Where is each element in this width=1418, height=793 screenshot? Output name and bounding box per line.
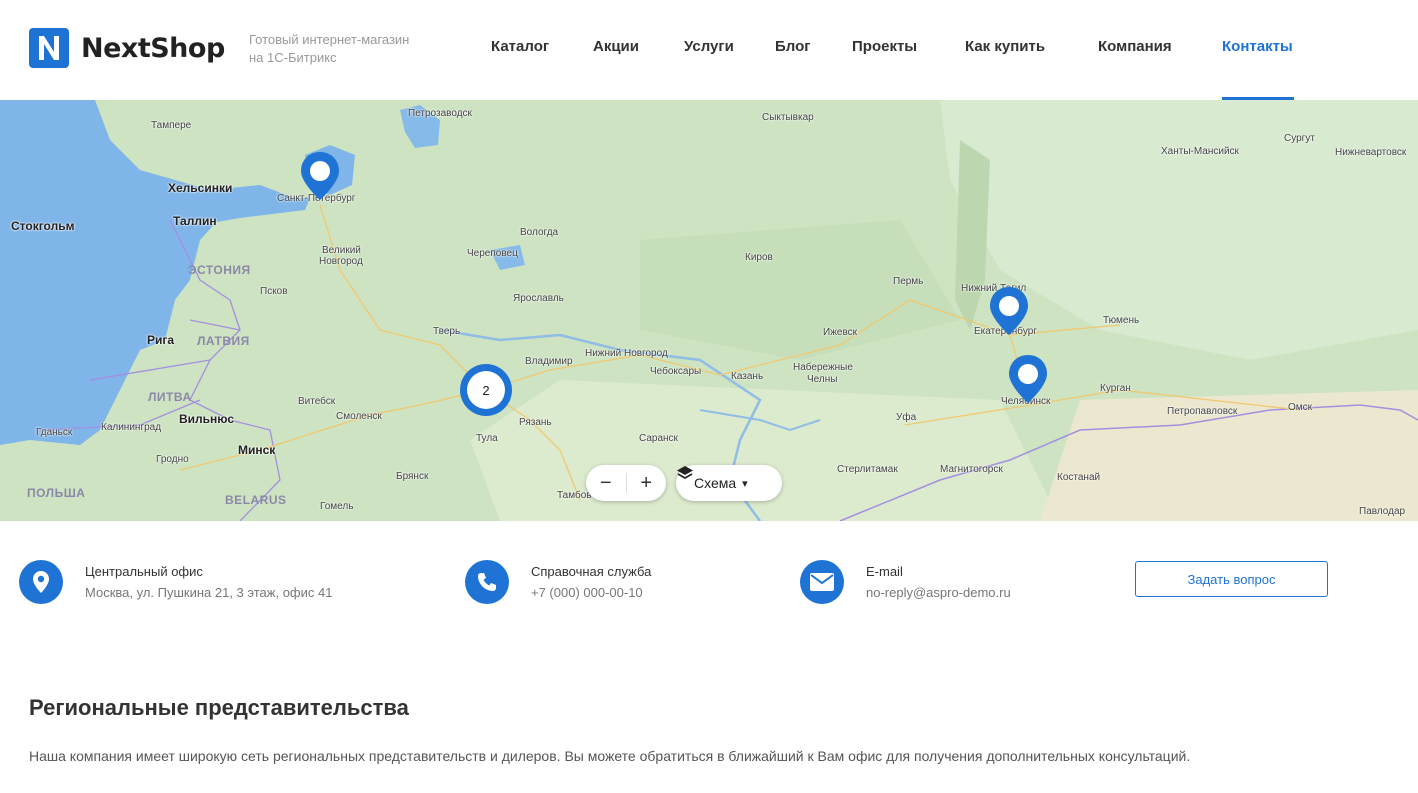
logo[interactable]: NextShop xyxy=(29,28,225,68)
section-description: Наша компания имеет широкую сеть региона… xyxy=(29,748,1191,764)
city-label: Минск xyxy=(238,443,276,457)
city-label: Ярославль xyxy=(513,293,564,304)
envelope-icon xyxy=(800,560,844,604)
country-label-poland: ПОЛЬША xyxy=(27,486,86,500)
city-label: Уфа xyxy=(896,412,917,423)
nav-item-services[interactable]: Услуги xyxy=(684,38,734,55)
city-label: Стерлитамак xyxy=(837,464,898,475)
section-title: Региональные представительства xyxy=(29,695,409,720)
city-label: Череповец xyxy=(467,248,518,259)
country-label-lithuania: ЛИТВА xyxy=(148,390,192,404)
city-label: Калининград xyxy=(101,422,162,433)
city-label: Гданьск xyxy=(36,427,73,438)
country-label-latvia: ЛАТВИЯ xyxy=(197,334,250,348)
city-label: Казань xyxy=(731,371,764,382)
tagline: Готовый интернет-магазин на 1С-Битрикс xyxy=(249,31,439,67)
city-label: Петрозаводск xyxy=(408,108,472,119)
map[interactable]: ЭСТОНИЯ ЛАТВИЯ ЛИТВА ПОЛЬША BELARUS Тамп… xyxy=(0,100,1418,521)
map-marker-pin-icon[interactable] xyxy=(988,285,1030,337)
city-label: Петропавловск xyxy=(1167,406,1238,417)
map-terrain xyxy=(0,100,1418,521)
city-label: Псков xyxy=(260,286,288,297)
city-label: Нижний Новгород xyxy=(585,348,668,359)
contact-phone-number[interactable]: +7 (000) 000-00-10 xyxy=(531,585,651,600)
city-label: Тампере xyxy=(151,120,192,131)
city-label: Гродно xyxy=(156,454,189,465)
city-label: Вологда xyxy=(520,227,559,238)
contact-title: E-mail xyxy=(866,564,903,579)
city-label: Пермь xyxy=(893,276,924,287)
location-pin-icon xyxy=(19,560,63,604)
city-label: Киров xyxy=(745,252,773,263)
city-label: Сыктывкар xyxy=(762,112,814,123)
city-label: Рязань xyxy=(519,417,552,428)
contact-title: Центральный офис xyxy=(85,564,203,579)
city-label: Гомель xyxy=(320,501,354,512)
phone-icon xyxy=(465,560,509,604)
map-marker-pin-icon[interactable] xyxy=(1007,353,1049,405)
nav-item-company[interactable]: Компания xyxy=(1098,38,1172,55)
contact-email: E-mail no-reply@aspro-demo.ru xyxy=(800,560,1011,604)
contact-address: Москва, ул. Пушкина 21, 3 этаж, офис 41 xyxy=(85,585,333,600)
city-label: Владимир xyxy=(525,356,573,367)
nav-item-catalog[interactable]: Каталог xyxy=(491,38,549,55)
city-label: Ижевск xyxy=(823,327,858,338)
zoom-control: − + xyxy=(586,465,666,501)
zoom-in-button[interactable]: + xyxy=(626,465,666,501)
nav-item-how-to-buy[interactable]: Как купить xyxy=(965,38,1045,55)
city-label: Таллин xyxy=(173,214,217,228)
city-label: Рига xyxy=(147,333,175,347)
city-label: Павлодар xyxy=(1359,506,1406,517)
nav-item-projects[interactable]: Проекты xyxy=(852,38,917,55)
nav-item-blog[interactable]: Блог xyxy=(775,38,811,55)
city-label: Ханты-Мансийск xyxy=(1161,146,1239,157)
contact-title: Справочная служба xyxy=(531,564,652,579)
nav-item-promotions[interactable]: Акции xyxy=(593,38,639,55)
city-label: Витебск xyxy=(298,396,336,407)
cluster-count: 2 xyxy=(467,371,505,409)
city-label: Вильнюс xyxy=(179,412,235,426)
city-label: Сургут xyxy=(1284,133,1315,144)
city-label: Брянск xyxy=(396,471,429,482)
city-label: Чебоксары xyxy=(650,366,702,377)
city-label: Челны xyxy=(807,374,838,385)
nav-item-contacts[interactable]: Контакты xyxy=(1222,38,1293,55)
logo-text: NextShop xyxy=(81,32,225,64)
country-label-estonia: ЭСТОНИЯ xyxy=(188,263,251,277)
city-label: Стокгольм xyxy=(11,219,75,233)
map-layer-label: Схема xyxy=(694,475,737,491)
city-label: Тюмень xyxy=(1103,315,1140,326)
city-label: Костанай xyxy=(1057,472,1101,483)
city-label: Нижневартовск xyxy=(1335,147,1407,158)
city-label: Великий xyxy=(322,245,361,256)
city-label: Саранск xyxy=(639,433,678,444)
map-marker-pin-icon[interactable] xyxy=(299,150,341,202)
city-label: Магнитогорск xyxy=(940,464,1003,475)
map-layer-select[interactable]: Схема ▾ xyxy=(676,465,782,501)
contact-phone: Справочная служба +7 (000) 000-00-10 xyxy=(465,560,651,604)
site-header: NextShop Готовый интернет-магазин на 1С-… xyxy=(0,0,1418,100)
country-label-belarus: BELARUS xyxy=(225,493,287,507)
contact-office: Центральный офис Москва, ул. Пушкина 21,… xyxy=(19,560,332,604)
logo-mark-icon xyxy=(29,28,69,68)
ask-question-button[interactable]: Задать вопрос xyxy=(1135,561,1328,597)
city-label: Омск xyxy=(1288,402,1313,413)
city-label: Курган xyxy=(1100,383,1131,394)
contact-email-address[interactable]: no-reply@aspro-demo.ru xyxy=(866,585,1011,600)
zoom-out-button[interactable]: − xyxy=(586,465,626,501)
city-label: Набережные xyxy=(793,362,853,373)
tagline-line1: Готовый интернет-магазин xyxy=(249,32,410,47)
city-label: Смоленск xyxy=(336,411,382,422)
city-label: Тула xyxy=(476,433,498,444)
chevron-down-icon: ▾ xyxy=(742,477,748,490)
tagline-line2: на 1С-Битрикс xyxy=(249,50,337,65)
city-label: Хельсинки xyxy=(168,181,233,195)
map-marker-cluster[interactable]: 2 xyxy=(460,364,512,416)
city-label: Новгород xyxy=(319,256,363,267)
city-label: Тверь xyxy=(433,326,461,337)
